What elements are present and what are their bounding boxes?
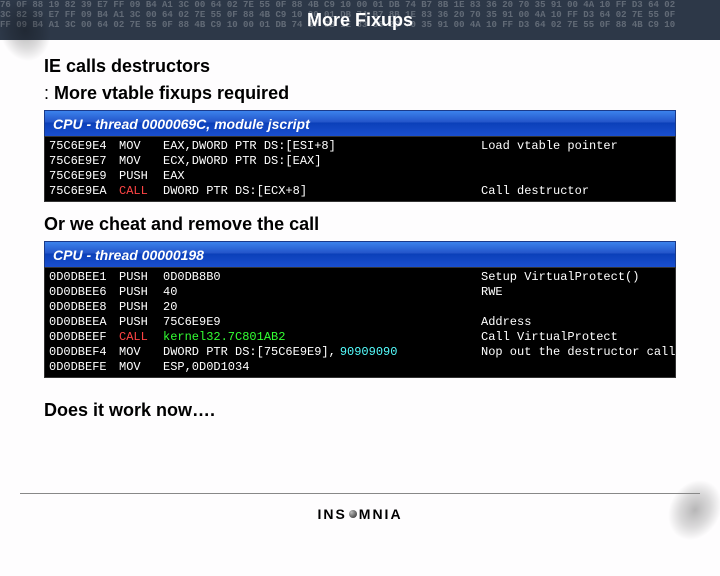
operand: 20 <box>163 300 177 315</box>
debugger2-body: 0D0DBEE1PUSH0D0DB8B0Setup VirtualProtect… <box>44 267 676 378</box>
operand-immediate: 90909090 <box>340 345 398 360</box>
operand: ESP,0D0D1034 <box>163 360 249 375</box>
disasm-row: 0D0DBEE6PUSH 40 RWE <box>49 285 671 300</box>
operand: EAX,DWORD PTR DS:[ESI+8] <box>163 139 336 154</box>
disasm-row: 0D0DBEFEMOV ESP,0D0D1034 <box>49 360 671 375</box>
debugger2-titlebar: CPU - thread 00000198 <box>44 241 676 267</box>
comment: Nop out the destructor call <box>481 345 671 360</box>
comment <box>481 360 671 375</box>
disasm-row: 0D0DBEE8PUSH 20 <box>49 300 671 315</box>
comment: Setup VirtualProtect() <box>481 270 671 285</box>
line-more-vtable: More vtable fixups required <box>44 83 716 104</box>
instr: CALL DWORD PTR DS:[ECX+8] <box>119 184 481 199</box>
mnemonic: CALL <box>119 330 159 345</box>
comment <box>481 154 671 169</box>
disasm-row: 0D0DBEF4MOV DWORD PTR DS:[75C6E9E9], 90909… <box>49 345 671 360</box>
addr: 0D0DBEFE <box>49 360 119 375</box>
brand-post: MNIA <box>359 506 403 522</box>
instr: CALL kernel32.7C801AB2 <box>119 330 481 345</box>
operand-symbol: kernel32.7C801AB2 <box>163 330 285 345</box>
operand: ECX,DWORD PTR DS:[EAX] <box>163 154 321 169</box>
addr: 0D0DBEE1 <box>49 270 119 285</box>
mnemonic: PUSH <box>119 315 159 330</box>
footer-brand: INS MNIA <box>0 506 720 522</box>
operand: EAX <box>163 169 185 184</box>
instr: MOV ESP,0D0D1034 <box>119 360 481 375</box>
slide-header: 76 0F 88 19 82 39 E7 FF 09 B4 A1 3C 00 6… <box>0 0 720 40</box>
slide-content: IE calls destructors More vtable fixups … <box>0 40 720 421</box>
addr: 75C6E9E7 <box>49 154 119 169</box>
comment <box>481 300 671 315</box>
operand: 40 <box>163 285 177 300</box>
mnemonic: PUSH <box>119 169 159 184</box>
comment: Call destructor <box>481 184 671 199</box>
mnemonic: PUSH <box>119 300 159 315</box>
operand: 0D0DB8B0 <box>163 270 221 285</box>
line-cheat-remove: Or we cheat and remove the call <box>44 214 716 235</box>
disasm-row: 0D0DBEEFCALL kernel32.7C801AB2 Call Virtua… <box>49 330 671 345</box>
footer-divider <box>20 493 700 494</box>
mnemonic: MOV <box>119 345 159 360</box>
addr: 0D0DBEEF <box>49 330 119 345</box>
instr: MOV EAX,DWORD PTR DS:[ESI+8] <box>119 139 481 154</box>
addr: 0D0DBEF4 <box>49 345 119 360</box>
comment: Load vtable pointer <box>481 139 671 154</box>
instr: PUSH 75C6E9E9 <box>119 315 481 330</box>
addr: 0D0DBEE8 <box>49 300 119 315</box>
disasm-row: 75C6E9E4MOV EAX,DWORD PTR DS:[ESI+8] Load … <box>49 139 671 154</box>
comment: RWE <box>481 285 671 300</box>
operand: DWORD PTR DS:[ECX+8] <box>163 184 307 199</box>
disasm-row: 75C6E9EACALL DWORD PTR DS:[ECX+8] Call des… <box>49 184 671 199</box>
disasm-row: 75C6E9E7MOV ECX,DWORD PTR DS:[EAX] <box>49 154 671 169</box>
disasm-row: 75C6E9E9PUSH EAX <box>49 169 671 184</box>
debugger-window-1: CPU - thread 0000069C, module jscript 75… <box>44 110 676 202</box>
mnemonic: MOV <box>119 154 159 169</box>
instr: PUSH 20 <box>119 300 481 315</box>
comment: Call VirtualProtect <box>481 330 671 345</box>
line-does-it-work: Does it work now…. <box>44 400 716 421</box>
instr: PUSH EAX <box>119 169 481 184</box>
instr: MOV ECX,DWORD PTR DS:[EAX] <box>119 154 481 169</box>
mnemonic: CALL <box>119 184 159 199</box>
brand-logo-icon <box>349 510 357 518</box>
operand: DWORD PTR DS:[75C6E9E9], <box>163 345 336 360</box>
addr: 0D0DBEE6 <box>49 285 119 300</box>
addr: 75C6E9E4 <box>49 139 119 154</box>
addr: 75C6E9EA <box>49 184 119 199</box>
instr: PUSH 40 <box>119 285 481 300</box>
slide-title: More Fixups <box>307 10 413 31</box>
line-ie-destructors: IE calls destructors <box>44 56 716 77</box>
comment <box>481 169 671 184</box>
comment: Address <box>481 315 671 330</box>
mnemonic: PUSH <box>119 270 159 285</box>
brand-pre: INS <box>317 506 346 522</box>
debugger1-body: 75C6E9E4MOV EAX,DWORD PTR DS:[ESI+8] Load … <box>44 136 676 202</box>
mnemonic: PUSH <box>119 285 159 300</box>
disasm-row: 0D0DBEE1PUSH 0D0DB8B0 Setup VirtualProtect… <box>49 270 671 285</box>
instr: MOV DWORD PTR DS:[75C6E9E9], 90909090 <box>119 345 481 360</box>
mnemonic: MOV <box>119 139 159 154</box>
addr: 0D0DBEEA <box>49 315 119 330</box>
mnemonic: MOV <box>119 360 159 375</box>
addr: 75C6E9E9 <box>49 169 119 184</box>
instr: PUSH 0D0DB8B0 <box>119 270 481 285</box>
disasm-row: 0D0DBEEAPUSH 75C6E9E9 Address <box>49 315 671 330</box>
operand: 75C6E9E9 <box>163 315 221 330</box>
debugger-window-2: CPU - thread 00000198 0D0DBEE1PUSH0D0DB8… <box>44 241 676 378</box>
debugger1-titlebar: CPU - thread 0000069C, module jscript <box>44 110 676 136</box>
